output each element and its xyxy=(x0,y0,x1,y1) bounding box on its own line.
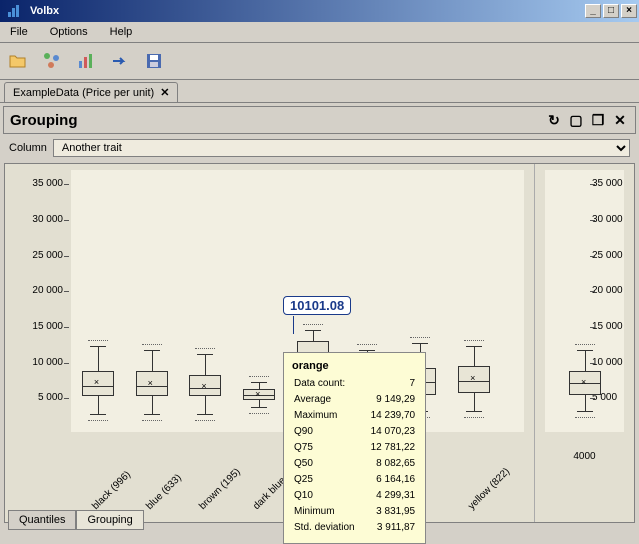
menu-options[interactable]: Options xyxy=(46,24,92,40)
app-icon xyxy=(6,3,22,19)
document-tab[interactable]: ExampleData (Price per unit) ✕ xyxy=(4,82,178,102)
panel-title: Grouping xyxy=(10,112,541,129)
menu-file[interactable]: File xyxy=(6,24,32,40)
close-window-button[interactable]: × xyxy=(621,4,637,18)
summary-x-label: 4000 xyxy=(535,451,634,462)
main-plot[interactable]: 35 00030 00025 00020 00015 00010 0005 00… xyxy=(5,164,534,522)
close-panel-icon[interactable]: ✕ xyxy=(611,111,629,129)
new-page-icon[interactable]: ▢ xyxy=(567,111,585,129)
menu-bar: File Options Help xyxy=(0,22,639,43)
category-label: yellow (822) xyxy=(466,466,512,512)
category-label: brown (195) xyxy=(198,466,244,512)
tab-grouping[interactable]: Grouping xyxy=(76,510,143,530)
save-button[interactable] xyxy=(140,47,168,75)
chart-button[interactable] xyxy=(72,47,100,75)
tab-quantiles[interactable]: Quantiles xyxy=(8,510,76,530)
tooltip-title: orange xyxy=(292,359,417,373)
column-select[interactable]: Another trait xyxy=(53,139,630,157)
tab-close-icon[interactable]: ✕ xyxy=(160,86,169,99)
bottom-tab-bar: Quantiles Grouping xyxy=(8,510,144,530)
summary-plot[interactable]: 35 00030 00025 00020 00015 00010 0005 00… xyxy=(534,164,634,522)
category-label: blue (633) xyxy=(144,472,184,512)
export-button[interactable] xyxy=(106,47,134,75)
title-bar: Volbx _ □ × xyxy=(0,0,639,22)
value-bubble: 10101.08 xyxy=(283,296,351,315)
refresh-icon[interactable]: ↻ xyxy=(545,111,563,129)
column-selector-row: Column Another trait xyxy=(3,137,636,159)
maximize-button[interactable]: □ xyxy=(603,4,619,18)
panel-header: Grouping ↻ ▢ ❐ ✕ xyxy=(3,106,636,134)
column-label: Column xyxy=(9,142,47,154)
tab-label: ExampleData (Price per unit) xyxy=(13,87,154,99)
window-title: Volbx xyxy=(26,5,585,17)
filter-button[interactable] xyxy=(38,47,66,75)
duplicate-icon[interactable]: ❐ xyxy=(589,111,607,129)
open-button[interactable] xyxy=(4,47,32,75)
menu-help[interactable]: Help xyxy=(106,24,137,40)
minimize-button[interactable]: _ xyxy=(585,4,601,18)
tooltip: orange Data count:7Average9 149,29Maximu… xyxy=(283,352,426,544)
toolbar xyxy=(0,43,639,80)
chart-area: 35 00030 00025 00020 00015 00010 0005 00… xyxy=(4,163,635,523)
category-label: black (996) xyxy=(90,469,133,512)
document-tab-bar: ExampleData (Price per unit) ✕ xyxy=(0,80,639,103)
